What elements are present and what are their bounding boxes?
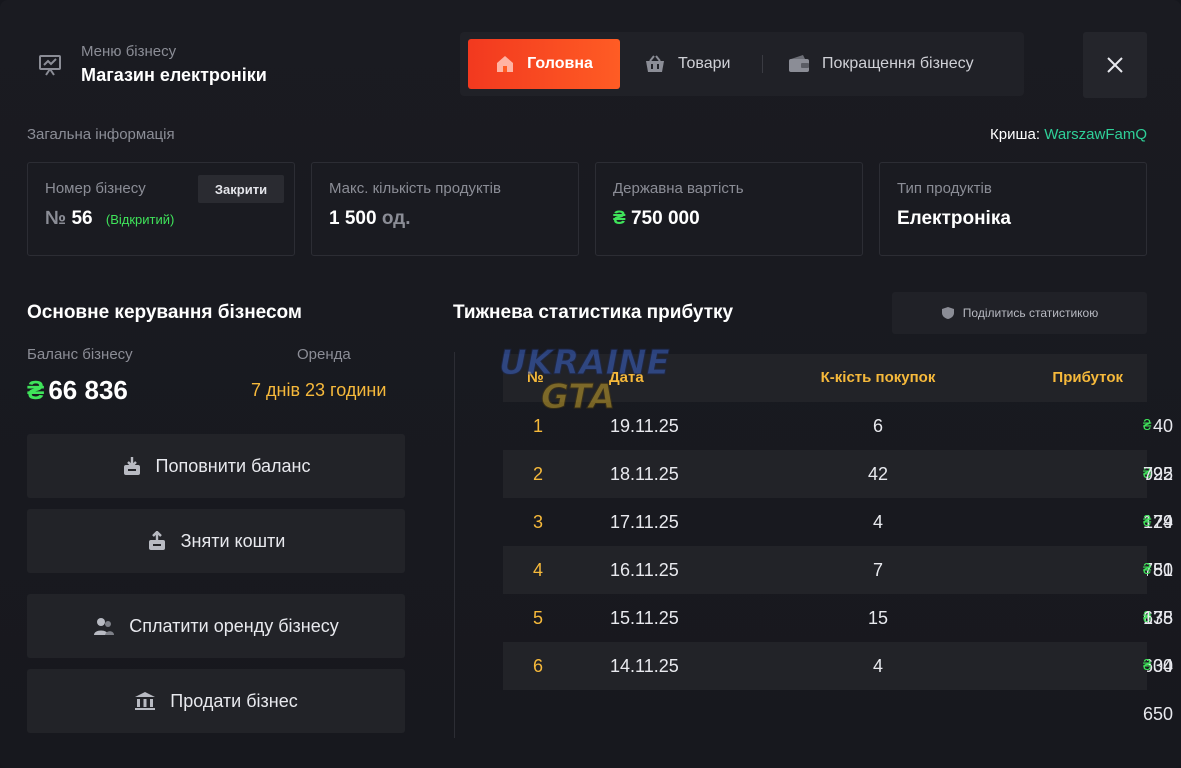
row-date: 17.11.25: [610, 512, 679, 532]
business-menu-panel: Меню бізнесу Магазин електроніки Головна…: [0, 0, 1181, 768]
header-profit: Прибуток: [1052, 369, 1123, 386]
watermark-logo: UKRAINE GTA: [499, 343, 671, 418]
general-info-label: Загальна інформація: [27, 126, 175, 143]
card-value: ₴ 750 000: [613, 208, 700, 230]
table-row: 6 14.11.25 4 ₴ 34 650: [503, 642, 1173, 724]
tab-products-label: Товари: [678, 55, 731, 72]
row-num: 3: [533, 512, 544, 532]
header-subtitle: Меню бізнесу: [81, 43, 177, 60]
tab-upgrades[interactable]: Покращення бізнесу: [788, 39, 974, 89]
card-label: Тип продуктів: [897, 180, 992, 197]
section-divider: [454, 352, 455, 738]
deposit-button[interactable]: Поповнити баланс: [27, 434, 405, 498]
pay-rent-button[interactable]: Сплатити оренду бізнесу: [27, 594, 405, 658]
basket-icon: [646, 55, 664, 72]
header-count: К-кість покупок: [820, 369, 936, 386]
row-date: 15.11.25: [610, 608, 679, 628]
row-date: 16.11.25: [610, 560, 679, 580]
roof-info: Криша: WarszawFamQ: [990, 126, 1147, 143]
deposit-label: Поповнити баланс: [155, 455, 311, 476]
rent-value: 7 днів 23 години: [251, 380, 387, 400]
row-num: 6: [533, 656, 544, 676]
balance-value: ₴ 66 836: [27, 375, 128, 406]
table-row: 3 17.11.25 4 ₴ 24 750: [503, 498, 1173, 580]
presentation-board-icon: [39, 55, 61, 76]
close-business-button[interactable]: Закрити: [198, 175, 284, 203]
roof-value: WarszawFamQ: [1044, 126, 1147, 143]
tab-divider: [762, 55, 763, 73]
row-count: 7: [872, 560, 883, 580]
card-value: № 56 (Відкритий): [45, 208, 174, 230]
share-stats-label: Поділитись статистикою: [962, 306, 1099, 320]
card-label: Макс. кількість продуктів: [329, 180, 501, 197]
rent-label: Оренда: [297, 346, 351, 363]
card-label: Номер бізнесу: [45, 180, 146, 197]
wallet-icon: [789, 55, 809, 72]
withdraw-button[interactable]: Зняти кошти: [27, 509, 405, 573]
row-date: 18.11.25: [610, 464, 679, 484]
row-num: 5: [533, 608, 544, 628]
tab-bar: Головна Товари Покращення бізнесу: [460, 32, 1024, 96]
card-state-value: Державна вартість ₴ 750 000: [595, 162, 863, 256]
withdraw-icon: [148, 531, 165, 550]
bank-icon: [135, 692, 156, 710]
table-row: 5 15.11.25 15 ₴ 138 600: [503, 594, 1173, 676]
status-badge: (Відкритий): [105, 212, 175, 227]
card-value: 1 500 од.: [329, 208, 411, 230]
tab-home-label: Головна: [527, 55, 593, 72]
tab-products[interactable]: Товари: [644, 39, 730, 89]
row-count: 4: [872, 512, 883, 532]
pay-rent-label: Сплатити оренду бізнесу: [129, 615, 339, 636]
balance-label: Баланс бізнесу: [27, 346, 133, 363]
card-value: Електроніка: [897, 208, 1011, 229]
house-icon: [497, 56, 514, 72]
row-date: 14.11.25: [610, 656, 679, 676]
row-num: 4: [533, 560, 544, 580]
tab-home[interactable]: Головна: [468, 39, 620, 89]
hryvnia-icon: ₴: [27, 375, 45, 405]
row-num: 2: [533, 464, 544, 484]
max-products-value: 1 500: [329, 208, 377, 229]
card-product-type: Тип продуктів Електроніка: [879, 162, 1147, 256]
balance-amount: 66 836: [48, 375, 128, 405]
deposit-icon: [123, 457, 140, 475]
sell-business-button[interactable]: Продати бізнес: [27, 669, 405, 733]
close-icon: [1107, 57, 1123, 73]
card-label: Державна вартість: [613, 180, 744, 197]
table-row: 2 18.11.25 42 ₴ 722 179: [503, 450, 1173, 532]
table-row: 4 16.11.25 7 ₴ 81 675: [503, 546, 1173, 628]
roof-label: Криша:: [990, 126, 1041, 143]
hryvnia-icon: ₴: [613, 208, 626, 229]
tab-upgrades-label: Покращення бізнесу: [822, 55, 974, 72]
close-button[interactable]: [1083, 32, 1147, 98]
number-sign: №: [45, 208, 67, 229]
business-number: 56: [71, 208, 93, 229]
page-title: Магазин електроніки: [81, 65, 267, 85]
row-count: 15: [867, 608, 889, 628]
row-count: 4: [872, 656, 883, 676]
card-max-products: Макс. кількість продуктів 1 500 од.: [311, 162, 579, 256]
card-business-number: Номер бізнесу Закрити № 56 (Відкритий): [27, 162, 295, 256]
users-icon: [94, 618, 115, 635]
shield-icon: [941, 307, 954, 319]
share-stats-button[interactable]: Поділитись статистикою: [892, 292, 1147, 334]
management-title: Основне керування бізнесом: [27, 302, 302, 323]
sell-business-label: Продати бізнес: [170, 690, 298, 711]
svg-text:GTA: GTA: [541, 377, 615, 417]
state-value: 750 000: [630, 208, 700, 229]
unit-label: од.: [381, 208, 411, 229]
profit-value: 34 650: [1143, 656, 1174, 724]
withdraw-label: Зняти кошти: [180, 530, 286, 551]
stats-title: Тижнева статистика прибутку: [453, 302, 734, 323]
row-count: 6: [872, 416, 883, 436]
row-count: 42: [867, 464, 889, 484]
